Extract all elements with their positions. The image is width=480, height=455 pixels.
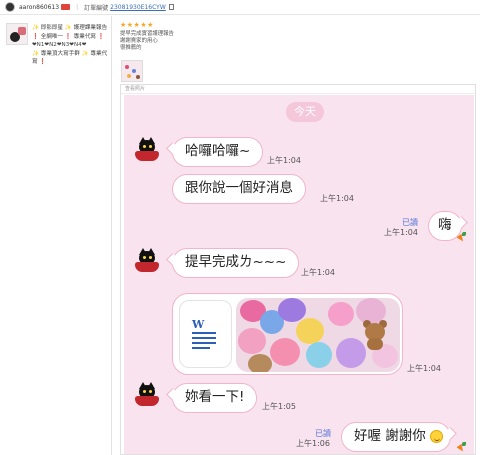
message-time: 上午1:04 xyxy=(301,268,335,277)
cat-avatar-icon xyxy=(134,247,160,273)
smiley-emoji-icon xyxy=(430,430,443,443)
product-title[interactable]: ✨ 即影即星 ✨ 護理課業報告 ❗ 全網唯一 ❗ 專業代寫 ❗ ❤N1❤N2❤N… xyxy=(32,24,108,67)
message-time: 上午1:06 xyxy=(296,439,330,448)
chat-background: 今天 哈囉哈囉~ 上午1:04 跟你說一個好消息 上午1:04 已讀 上午1:0… xyxy=(124,95,474,454)
product-title-line: ✨ 專業頂大寫手群 ✨ 專業代 xyxy=(32,50,108,57)
message-time: 上午1:05 xyxy=(262,402,296,411)
carrot-icon xyxy=(456,232,467,244)
order-label: 訂單編號 xyxy=(84,4,109,12)
cat-avatar-icon xyxy=(134,381,160,407)
review-block: ★★★★★ 提早完成實習護理報告 謝謝賣家的用心 很推薦的 xyxy=(120,22,270,52)
review-image-thumbnail[interactable] xyxy=(121,60,143,82)
product-thumbnail[interactable] xyxy=(6,23,28,45)
order-number-link[interactable]: 23081930E16CYW xyxy=(110,4,166,11)
message-time: 上午1:04 xyxy=(320,194,354,203)
review-line: 很推薦的 xyxy=(120,45,142,51)
divider: | xyxy=(76,3,79,11)
chat-screenshot[interactable]: 查看照片 今天 哈囉哈囉~ 上午1:04 跟你說一個好消息 上午1:04 已讀 … xyxy=(120,84,476,455)
message-bubble: 妳看一下! xyxy=(172,383,258,413)
flag-icon xyxy=(61,4,71,10)
product-title-line: ❤N1❤N2❤N3❤N4❤ xyxy=(32,42,87,48)
message-time: 上午1:04 xyxy=(407,364,441,373)
message-bubble: 哈囉哈囉~ xyxy=(172,137,264,167)
copy-icon[interactable] xyxy=(168,4,174,10)
review-line: 提早完成實習護理報告 xyxy=(120,31,174,37)
product-title-line: 寫 ❗ xyxy=(32,59,47,65)
user-avatar[interactable] xyxy=(5,2,15,12)
chat-header-label: 查看照片 xyxy=(121,85,475,94)
carrot-icon xyxy=(456,442,467,454)
message-bubble: 跟你說一個好消息 xyxy=(172,174,306,204)
file-attachment-card[interactable]: W xyxy=(172,293,403,375)
day-badge: 今天 xyxy=(286,102,324,122)
top-bar: aaron860613 | 訂單編號 23081930E16CYW xyxy=(0,0,480,15)
product-column: ✨ 即影即星 ✨ 護理課業報告 ❗ 全網唯一 ❗ 專業代寫 ❗ ❤N1❤N2❤N… xyxy=(0,16,112,455)
message-time: 上午1:04 xyxy=(267,156,301,165)
word-document-icon[interactable]: W xyxy=(179,300,232,368)
product-title-line: ❗ 全網唯一 ❗ 專業代寫 ❗ xyxy=(32,33,105,40)
cat-avatar-icon xyxy=(134,136,160,162)
attached-photo[interactable] xyxy=(236,298,400,372)
message-bubble: 提早完成ㄌ~~~ xyxy=(172,248,300,278)
rating-stars: ★★★★★ xyxy=(120,21,154,29)
username[interactable]: aaron860613 xyxy=(19,4,59,11)
message-time: 上午1:04 xyxy=(384,228,418,237)
product-title-line: ✨ 即影即星 ✨ 護理課業報告 xyxy=(32,25,108,31)
review-line: 謝謝賣家的用心 xyxy=(120,38,158,44)
